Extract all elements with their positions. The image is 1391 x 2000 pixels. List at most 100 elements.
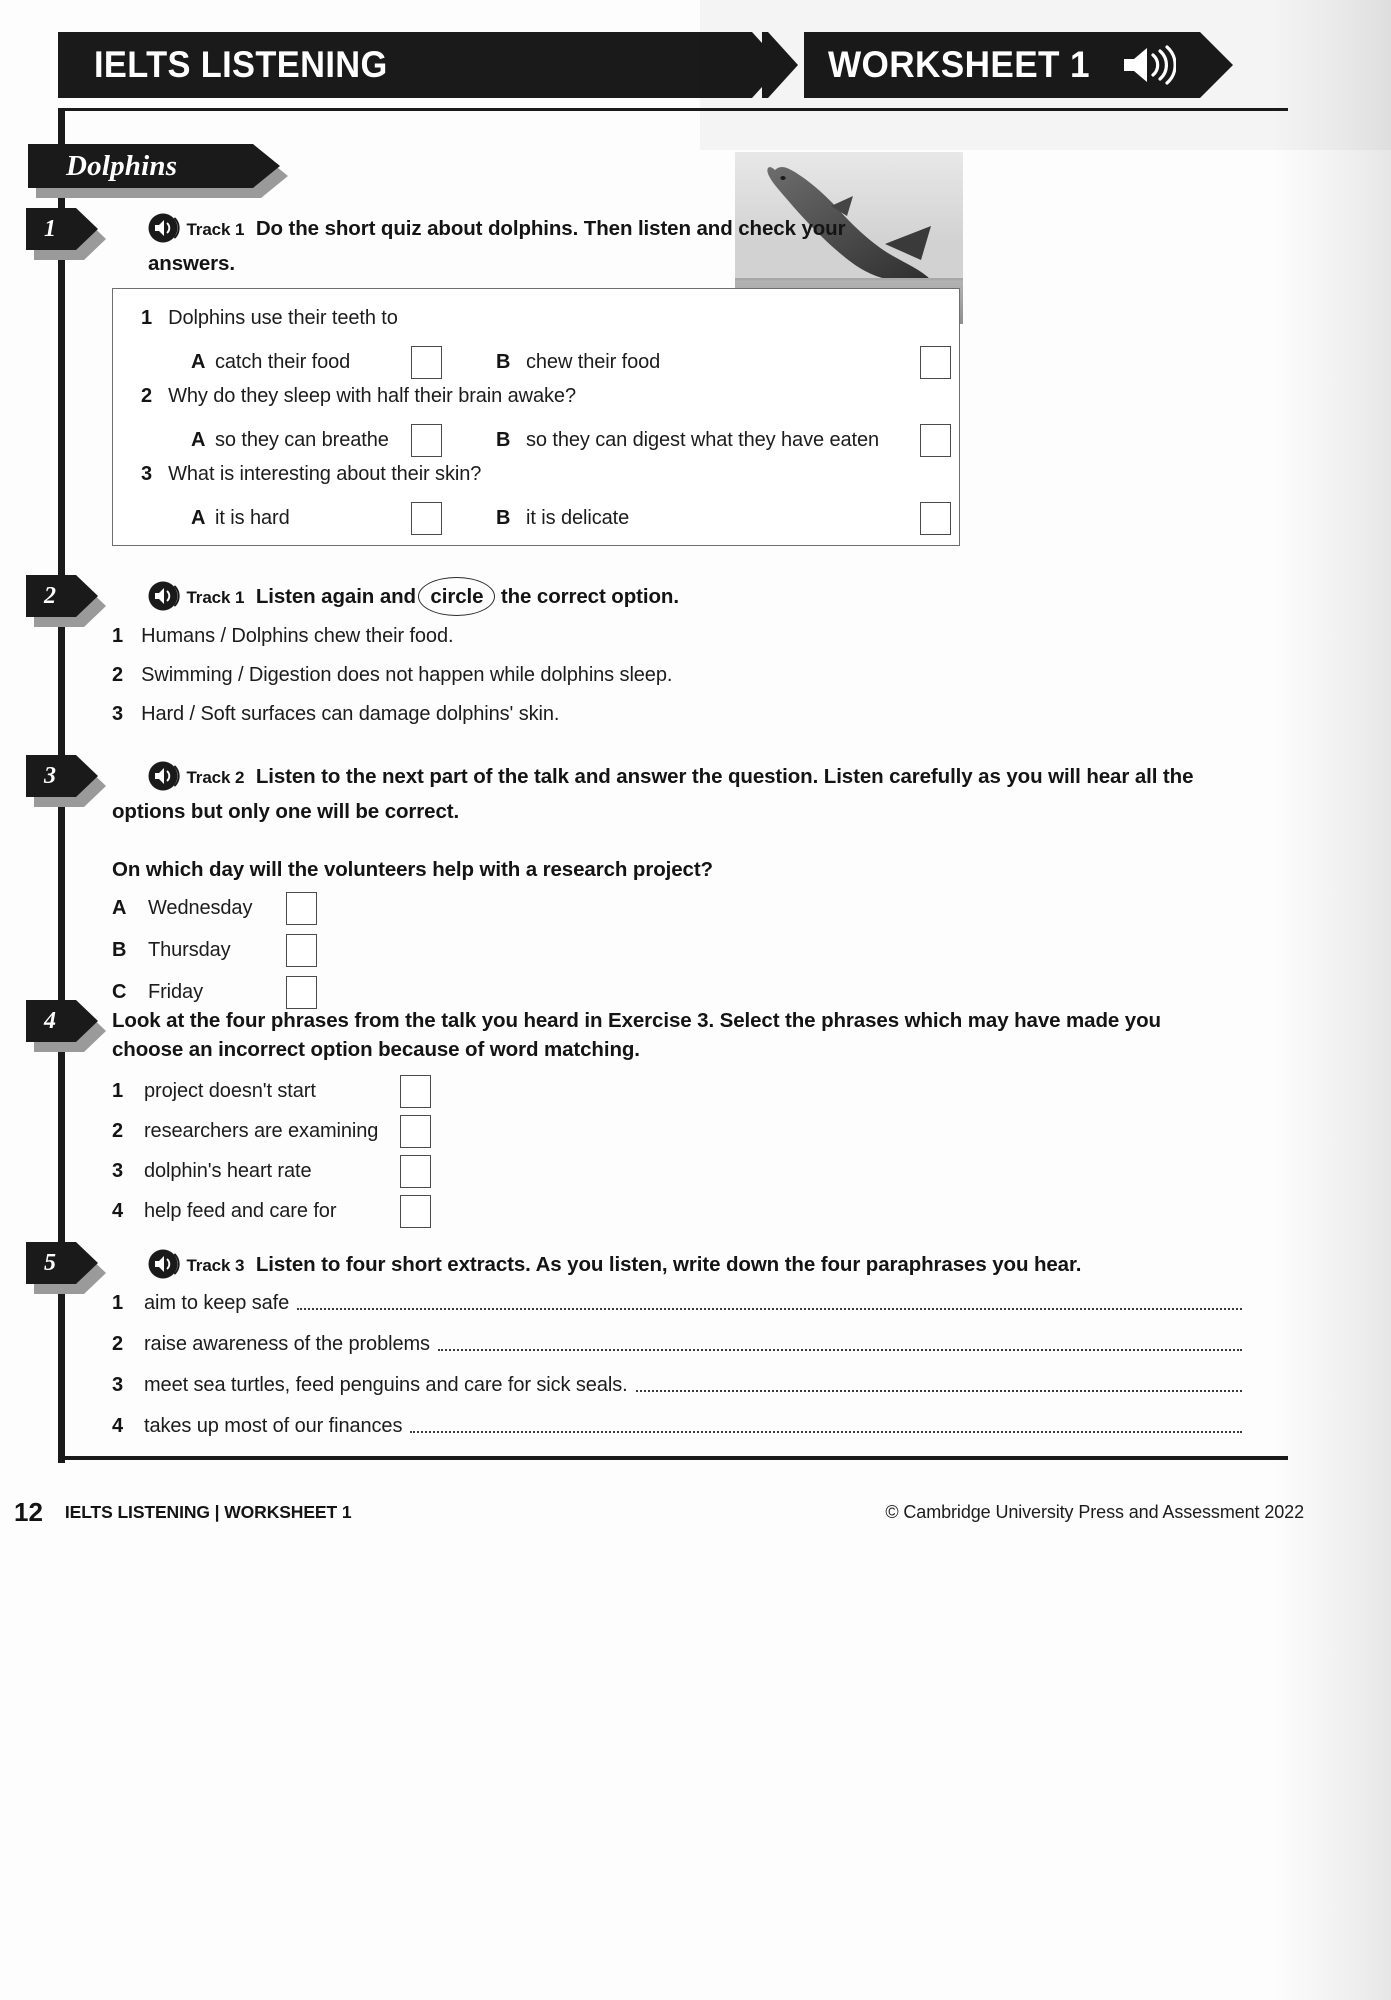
quiz-question-2: 2 Why do they sleep with half their brai…: [141, 385, 576, 408]
answer-dotted-line[interactable]: [297, 1308, 1242, 1310]
exercise-4-instruction: Look at the four phrases from the talk y…: [112, 1009, 1161, 1062]
item-text: raise awareness of the problems: [144, 1333, 430, 1355]
checkbox-q3-b[interactable]: [920, 502, 951, 535]
header-title-block: IELTS LISTENING: [58, 32, 748, 98]
exercise-3-options: A Wednesday B Thursday C Friday: [112, 892, 512, 1009]
track-label-1: Track 1: [186, 220, 245, 239]
exercise-number: 1: [44, 215, 56, 242]
exercise-1-header: Track 1 Do the short quiz about dolphins…: [148, 212, 848, 278]
checkbox-q1-b[interactable]: [920, 346, 951, 379]
option-text: Friday: [148, 981, 203, 1003]
quiz-question-number: 3: [141, 463, 153, 485]
exercise-badge-1: 1: [26, 208, 106, 260]
page-title: IELTS LISTENING: [94, 44, 388, 85]
item-number: 3: [112, 703, 124, 725]
checkbox-q1-a[interactable]: [411, 346, 442, 379]
page-right-shade: [1271, 0, 1391, 2000]
page-header: IELTS LISTENING WORKSHEET 1: [58, 32, 1233, 98]
item-number: 1: [112, 1080, 124, 1102]
answer-line-row: 1 aim to keep safe: [112, 1292, 1242, 1315]
option-row: C Friday: [112, 976, 512, 1009]
speaker-icon: [148, 761, 180, 791]
item-text: dolphin's heart rate: [144, 1160, 312, 1182]
option-text: Thursday: [148, 939, 231, 961]
exercise-2-header: Track 1 Listen again and circle the corr…: [148, 577, 1048, 617]
option-text-a: catch their food: [215, 351, 351, 373]
item-number: 4: [112, 1200, 124, 1222]
quiz-question-text: What is interesting about their skin?: [168, 463, 482, 485]
page-footer: 12 IELTS LISTENING | WORKSHEET 1 © Cambr…: [14, 1492, 1304, 1532]
copyright-notice: © Cambridge University Press and Assessm…: [885, 1501, 1304, 1522]
checkbox-phrase-2[interactable]: [400, 1115, 431, 1148]
quiz-options-3: A it is hard B it is delicate: [191, 502, 951, 535]
list-item: 2 researchers are examining: [112, 1115, 552, 1148]
exercise-badge-4: 4: [26, 1000, 106, 1052]
item-text: project doesn't start: [144, 1080, 316, 1102]
answer-line-row: 4 takes up most of our finances: [112, 1415, 1242, 1438]
option-text-b: chew their food: [526, 351, 661, 373]
exercise-5-instruction: Listen to four short extracts. As you li…: [255, 1253, 1082, 1276]
exercise-5-header: Track 3 Listen to four short extracts. A…: [148, 1248, 1238, 1285]
answer-dotted-line[interactable]: [437, 1349, 1242, 1351]
checkbox-option-c[interactable]: [286, 976, 317, 1009]
list-item: 1 Humans / Dolphins chew their food.: [112, 625, 1012, 648]
option-row: A Wednesday: [112, 892, 512, 925]
checkbox-phrase-1[interactable]: [400, 1075, 431, 1108]
option-letter-b: B: [496, 507, 511, 529]
checkbox-option-a[interactable]: [286, 892, 317, 925]
answer-line-row: 2 raise awareness of the problems: [112, 1333, 1242, 1356]
exercise-3-header: Track 2 Listen to the next part of the t…: [112, 760, 1202, 826]
speaker-icon: [1123, 45, 1176, 85]
exercise-2-instruction-post: the correct option.: [500, 585, 679, 608]
item-number: 4: [112, 1415, 124, 1437]
item-number: 3: [112, 1160, 124, 1182]
quiz-options-1: A catch their food B chew their food: [191, 346, 951, 379]
quiz-question-number: 1: [141, 307, 153, 329]
list-item: 4 help feed and care for: [112, 1195, 552, 1228]
checkbox-q2-a[interactable]: [411, 424, 442, 457]
quiz-question-text: Why do they sleep with half their brain …: [168, 385, 576, 407]
answer-dotted-line[interactable]: [410, 1431, 1242, 1433]
option-row: B Thursday: [112, 934, 512, 967]
frame-top-rule: [58, 108, 1288, 111]
option-letter-b: B: [496, 351, 511, 373]
item-number: 3: [112, 1374, 124, 1396]
option-letter: B: [112, 939, 127, 961]
exercise-badge-2: 2: [26, 575, 106, 627]
exercise-1-instruction: Do the short quiz about dolphins. Then l…: [148, 217, 846, 275]
option-letter-a: A: [191, 351, 206, 373]
exercise-2-instruction-pre: Listen again and: [255, 585, 416, 608]
exercise-3-question: On which day will the volunteers help wi…: [112, 858, 713, 881]
checkbox-phrase-3[interactable]: [400, 1155, 431, 1188]
item-text: meet sea turtles, feed penguins and care…: [144, 1374, 628, 1396]
option-text-a: it is hard: [215, 507, 290, 529]
topic-banner: Dolphins: [28, 144, 288, 198]
exercise-4-items: 1 project doesn't start 2 researchers ar…: [112, 1075, 552, 1228]
page-number: 12: [14, 1496, 43, 1527]
list-item: 3 dolphin's heart rate: [112, 1155, 552, 1188]
option-letter: C: [112, 981, 127, 1003]
item-text: aim to keep safe: [144, 1292, 290, 1314]
exercise-number: 4: [44, 1007, 56, 1034]
item-number: 1: [112, 625, 124, 647]
speaker-icon: [148, 1249, 180, 1279]
checkbox-q3-a[interactable]: [411, 502, 442, 535]
answer-dotted-line[interactable]: [635, 1390, 1242, 1392]
track-label-3: Track 2: [186, 768, 245, 787]
header-worksheet-block: WORKSHEET 1: [804, 32, 1233, 98]
topic-title: Dolphins: [66, 149, 178, 182]
item-text: Hard / Soft surfaces can damage dolphins…: [141, 703, 560, 725]
speaker-icon: [148, 213, 180, 243]
speaker-icon: [148, 581, 180, 611]
item-text: Humans / Dolphins chew their food.: [141, 625, 454, 647]
checkbox-option-b[interactable]: [286, 934, 317, 967]
item-text: takes up most of our finances: [144, 1415, 403, 1437]
frame-bottom-rule: [58, 1456, 1288, 1460]
list-item: 2 Swimming / Digestion does not happen w…: [112, 664, 1012, 687]
answer-line-row: 3 meet sea turtles, feed penguins and ca…: [112, 1374, 1242, 1397]
item-number: 1: [112, 1292, 124, 1314]
checkbox-phrase-4[interactable]: [400, 1195, 431, 1228]
exercise-number: 3: [44, 762, 56, 789]
checkbox-q2-b[interactable]: [920, 424, 951, 457]
chevron-right-icon: [748, 32, 798, 98]
